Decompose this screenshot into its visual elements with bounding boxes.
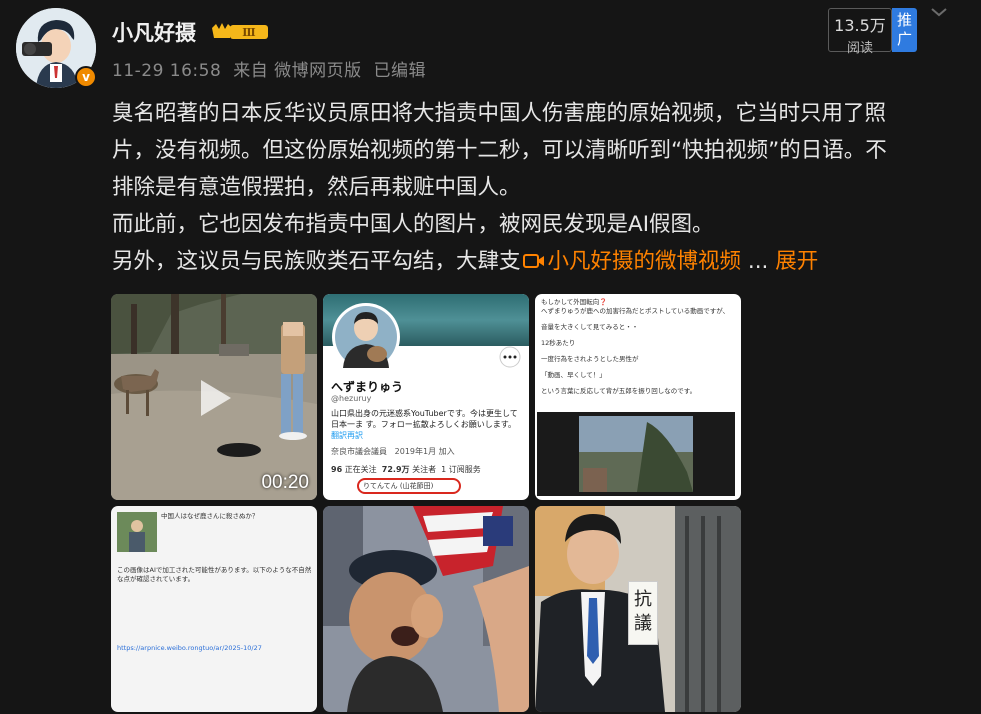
more-options-icon[interactable] [499, 346, 521, 368]
promote-button[interactable]: 推广 [892, 8, 917, 52]
edited-label[interactable]: 已编辑 [374, 61, 427, 81]
read-count-box: 13.5万 阅读 [828, 8, 892, 56]
jp-embedded-video [537, 412, 735, 496]
twitter-location: 奈良市議会議員 [331, 447, 387, 456]
twitter-following-label: 正在关注 [344, 465, 377, 474]
jp-line: 音量を大きくして見てみると・・ [541, 323, 639, 331]
jp-card: もしかして外国転向❓ へずまりゅうが鹿への加害行為だとポストしている動画ですが、… [535, 294, 741, 500]
post-source: 来自 微博网页版 [233, 61, 362, 81]
gray-card-header: 中国人はなぜ鹿さんに殺さぬか？ [161, 512, 259, 520]
image-japanese-post[interactable]: もしかして外国転向❓ へずまりゅうが鹿への加害行為だとポストしている動画ですが、… [535, 294, 741, 500]
crown-level-icon[interactable]: Ⅲ [210, 20, 270, 42]
jp-line: 一度行為をされようとした男性が [541, 355, 639, 363]
media-grid: 00:20 へずまりゅう @hezuruy 山口県出身の元迷惑系YouTuber… [111, 294, 741, 712]
play-icon[interactable] [195, 376, 235, 420]
post-body: 臭名昭著的日本反华议员原田将大指责中国人伤害鹿的原始视频，它当时只用了照 片，没… [112, 95, 962, 280]
post-line: 排除是有意造假摆拍，然后再栽赃中国人。 [112, 175, 521, 200]
twitter-follow-stats: 96 正在关注 72.9万 关注者 1 订阅服务 [331, 464, 481, 475]
gray-card-body-text: この画像はAIで加工された可能性があります。以下のような不自然な点が確認されてい… [117, 566, 312, 583]
twitter-avatar [332, 303, 400, 371]
read-count: 13.5万 [834, 16, 886, 35]
read-label: 阅读 [846, 41, 873, 56]
jp-line: へずまりゅうが鹿への加害行為だとポストしている動画ですが、 [541, 307, 730, 315]
video-thumbnail[interactable]: 00:20 [111, 294, 317, 500]
twitter-highlight-circle: りてんてん (山花節田) [357, 478, 461, 494]
gray-card: 中国人はなぜ鹿さんに殺さぬか？ この画像はAIで加工された可能性があります。以下… [111, 506, 317, 712]
gray-card-link: https://arpnice.weibo.rongtuo/ar/2025-10… [117, 644, 262, 652]
post-line: 片，没有视频。但这份原始视频的第十二秒，可以清晰听到“快拍视频”的日语。不 [112, 138, 887, 163]
image-man-with-sign[interactable]: 抗議 [535, 506, 741, 712]
twitter-bio-translate: 翻訳再訳 [331, 431, 363, 440]
twitter-handle: @hezuruy [331, 394, 372, 403]
gray-card-body: この画像はAIで加工された可能性があります。以下のような不自然な点が確認されてい… [117, 566, 313, 653]
twitter-subs: 1 订阅服务 [441, 465, 481, 474]
twitter-bio: 山口県出身の元迷惑系YouTuberです。今は更生して日本一ま す。フォロー拡散… [331, 408, 525, 441]
jp-line: 12秒あたり [541, 339, 576, 347]
twitter-followers-label: 关注者 [412, 465, 437, 474]
post-line: 而此前，它也因发布指责中国人的图片，被网民发现是AI假图。 [112, 212, 714, 237]
image-twitter-profile[interactable]: へずまりゅう @hezuruy 山口県出身の元迷惑系YouTuberです。今は更… [323, 294, 529, 500]
protest-sign: 抗議 [628, 581, 658, 645]
jp-line: という言葉に反応して背が五郎を振り回しなのです。 [541, 387, 697, 395]
post-line-prefix: 另外，这议员与民族败类石平勾结，大肆支 [112, 249, 521, 274]
twitter-joined: 2019年1月 加入 [394, 447, 455, 456]
video-link-icon[interactable] [522, 252, 545, 270]
twitter-display-name: へずまりゅう [331, 380, 404, 394]
verified-badge-icon: v [75, 66, 97, 88]
jp-text: もしかして外国転向❓ へずまりゅうが鹿への加害行為だとポストしている動画ですが、… [541, 298, 737, 396]
twitter-card: へずまりゅう @hezuruy 山口県出身の元迷惑系YouTuberです。今は更… [323, 294, 529, 500]
level-number: Ⅲ [242, 26, 255, 39]
ellipsis: ... [741, 249, 776, 274]
gray-card-thumbnail [117, 512, 157, 552]
post-timestamp[interactable]: 11-29 16:58 [112, 61, 221, 81]
jp-line: もしかして外国転向❓ [541, 298, 608, 306]
chevron-down-icon[interactable] [929, 4, 949, 20]
image-ai-analysis[interactable]: 中国人はなぜ鹿さんに殺さぬか？ この画像はAIで加工された可能性があります。以下… [111, 506, 317, 712]
twitter-info: 奈良市議会議員 2019年1月 加入 [331, 446, 455, 457]
twitter-bio-text: 山口県出身の元迷惑系YouTuberです。今は更生して日本一ま す。フォロー拡散… [331, 409, 518, 429]
author-name[interactable]: 小凡好摄 [112, 17, 196, 47]
twitter-following-count: 96 [331, 465, 343, 474]
twitter-followers-count: 72.9万 [381, 465, 410, 474]
expand-link[interactable]: 展开 [775, 249, 818, 274]
post-line: 臭名昭著的日本反华议员原田将大指责中国人伤害鹿的原始视频，它当时只用了照 [112, 101, 887, 126]
image-protest-photo[interactable] [323, 506, 529, 712]
post-meta: 11-29 16:58 来自 微博网页版 已编辑 [112, 56, 432, 81]
video-link[interactable]: 小凡好摄的微博视频 [548, 249, 742, 274]
post-line-last: 另外，这议员与民族败类石平勾结，大肆支 小凡好摄的微博视频 ... 展开 [112, 243, 962, 280]
video-duration: 00:20 [261, 472, 309, 493]
jp-line: 「動画、早くして！」 [541, 371, 606, 379]
